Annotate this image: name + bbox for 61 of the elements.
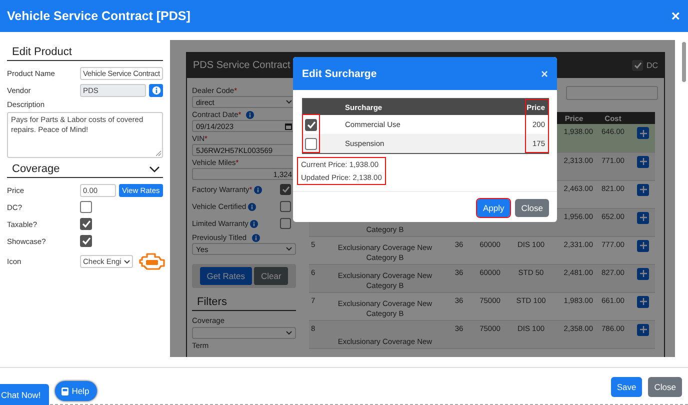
checkbox[interactable] — [305, 138, 317, 150]
add-button[interactable] — [637, 296, 649, 308]
add-button[interactable] — [637, 127, 649, 139]
add-button[interactable] — [637, 240, 649, 252]
plus-icon — [640, 214, 646, 221]
add-button[interactable] — [637, 268, 649, 280]
close-button[interactable]: Close — [648, 377, 682, 397]
info-icon[interactable] — [250, 220, 258, 228]
dialog-title: Edit Surcharge — [302, 68, 377, 80]
plus-icon — [640, 242, 646, 249]
checkbox[interactable] — [80, 201, 92, 213]
info-icon[interactable] — [252, 234, 260, 242]
close-button[interactable]: × — [540, 66, 548, 80]
section-title: Coverage — [12, 163, 60, 175]
checkbox[interactable] — [80, 218, 92, 230]
info-icon[interactable] — [246, 110, 254, 118]
help-icon — [60, 386, 69, 396]
info-button[interactable] — [149, 84, 163, 96]
window-title: Vehicle Service Contract [PDS] — [7, 9, 190, 23]
search-field[interactable] — [566, 86, 658, 100]
close-button[interactable]: Close — [515, 199, 549, 217]
chevron-icon[interactable] — [149, 166, 160, 172]
save-button[interactable]: Save — [610, 377, 642, 397]
add-button[interactable] — [637, 184, 649, 196]
calendar-icon[interactable] — [285, 122, 292, 130]
help-button[interactable]: Help — [54, 381, 98, 401]
plus-icon — [640, 326, 646, 333]
checkbox[interactable] — [305, 118, 317, 130]
checkbox[interactable] — [280, 184, 291, 195]
plus-icon — [640, 158, 646, 165]
get-rates-button[interactable]: Get Rates — [200, 267, 252, 285]
info-icon — [152, 86, 160, 94]
checkbox-label: DC — [646, 61, 658, 70]
select-field[interactable] — [192, 327, 296, 339]
plus-icon — [640, 270, 646, 277]
panel-title: PDS Service Contract — [193, 60, 290, 71]
chat-button[interactable]: Chat Now! — [0, 384, 49, 405]
scrollbar[interactable] — [682, 42, 686, 82]
clear-button[interactable]: Clear — [254, 267, 288, 285]
apply-button[interactable]: Apply — [477, 199, 510, 217]
caret-icon — [286, 331, 292, 335]
caret-icon — [286, 100, 292, 104]
caret-icon — [286, 247, 292, 251]
info-icon[interactable] — [248, 202, 256, 210]
section-heading: Edit Product — [7, 46, 163, 61]
caret-icon — [124, 260, 130, 264]
add-button[interactable] — [637, 156, 649, 168]
checkbox[interactable] — [280, 201, 291, 212]
close-button[interactable]: × — [669, 8, 682, 24]
add-button[interactable] — [637, 324, 649, 336]
plus-icon — [640, 186, 646, 193]
engine-icon — [139, 251, 165, 272]
info-icon[interactable] — [254, 186, 262, 194]
resize-grip-icon — [156, 151, 161, 156]
checkbox[interactable] — [80, 235, 92, 247]
checkbox[interactable] — [280, 218, 291, 229]
plus-icon — [640, 298, 646, 305]
checkbox[interactable] — [632, 60, 644, 71]
plus-icon — [640, 130, 646, 136]
section-heading: Filters — [192, 293, 296, 311]
add-button[interactable] — [637, 212, 649, 224]
